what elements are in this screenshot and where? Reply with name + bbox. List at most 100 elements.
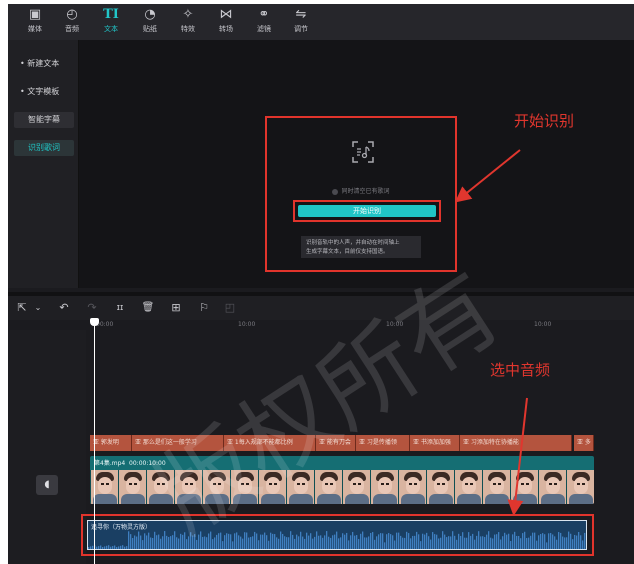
toolbar-item-audio[interactable]: ◴ 音频 xyxy=(56,7,88,39)
recognize-lyrics-panel: 同时清空已有歌词 开始识别 识别音轨中的人声，并自动在时间轴上 生成字幕文本，目… xyxy=(79,40,634,288)
waveform-bar xyxy=(310,533,312,549)
clear-lyrics-option[interactable]: 同时清空已有歌词 xyxy=(267,186,455,195)
waveform-bar xyxy=(568,531,570,549)
crop-icon[interactable]: ◰ xyxy=(222,299,238,317)
subtitle-clip[interactable]: 亚 习是传播领 xyxy=(356,435,410,451)
audio-icon: ◴ xyxy=(66,7,78,22)
audio-waveform xyxy=(88,531,586,549)
split-icon[interactable]: ɪɪ xyxy=(112,299,128,317)
waveform-bar xyxy=(382,533,384,549)
select-dropdown-icon[interactable]: ⌄ xyxy=(30,299,46,317)
filter-icon: ⚭ xyxy=(258,7,270,22)
subtitle-clip[interactable]: 亚 能有刀会 xyxy=(316,435,356,451)
subtitle-clip[interactable]: 亚 书添加加强 xyxy=(410,435,460,451)
waveform-bar xyxy=(406,531,408,549)
waveform-bar xyxy=(202,536,204,549)
effects-icon: ✧ xyxy=(182,7,194,22)
waveform-bar xyxy=(380,533,382,549)
waveform-bar xyxy=(518,535,520,549)
waveform-bar xyxy=(544,534,546,549)
waveform-bar xyxy=(390,534,392,549)
waveform-bar xyxy=(560,532,562,549)
video-frame-thumbnail xyxy=(146,470,174,504)
video-frame-thumbnail xyxy=(314,470,342,504)
waveform-bar xyxy=(362,531,364,549)
toolbar-item-adjust[interactable]: ⇋ 调节 xyxy=(285,7,317,39)
audio-clip[interactable]: 追寻你（万物灵方版） xyxy=(87,520,587,550)
waveform-bar xyxy=(410,538,412,549)
waveform-bar xyxy=(414,535,416,549)
playhead-handle[interactable] xyxy=(90,318,99,326)
toolbar-item-text[interactable]: TI 文本 xyxy=(95,7,127,39)
toolbar-item-sticker[interactable]: ◔ 贴纸 xyxy=(134,7,166,39)
waveform-bar xyxy=(138,531,140,549)
waveform-bar xyxy=(456,539,458,549)
waveform-bar xyxy=(466,537,468,549)
waveform-bar xyxy=(454,535,456,549)
sidebar-item-auto-captions[interactable]: 智能字幕 xyxy=(14,112,74,128)
waveform-bar xyxy=(574,534,576,549)
waveform-bar xyxy=(194,534,196,549)
waveform-bar xyxy=(166,535,168,549)
waveform-bar xyxy=(580,535,582,549)
subtitle-clip[interactable]: 亚 习添加特在协播能 xyxy=(460,435,572,451)
waveform-bar xyxy=(436,534,438,549)
waveform-bar xyxy=(488,531,490,549)
waveform-bar xyxy=(118,546,120,549)
video-clip[interactable]: 第4集.mp4 00:00:10:00 xyxy=(90,456,594,504)
waveform-bar xyxy=(546,542,548,549)
toolbar-item-effects[interactable]: ✧ 特效 xyxy=(172,7,204,39)
waveform-bar xyxy=(212,539,214,549)
waveform-bar xyxy=(348,540,350,549)
undo-icon[interactable]: ↶ xyxy=(56,299,72,317)
subtitle-clip[interactable]: 亚 郭发明 xyxy=(90,435,132,451)
waveform-bar xyxy=(446,537,448,549)
waveform-bar xyxy=(356,535,358,549)
waveform-bar xyxy=(122,545,124,549)
start-recognition-button[interactable]: 开始识别 xyxy=(298,205,436,217)
toolbar-item-label: 调节 xyxy=(294,25,308,33)
waveform-bar xyxy=(450,536,452,549)
waveform-bar xyxy=(536,540,538,549)
waveform-bar xyxy=(386,534,388,549)
toolbar-item-media[interactable]: ▣ 媒体 xyxy=(19,7,51,39)
redo-icon[interactable]: ↷ xyxy=(84,299,100,317)
waveform-bar xyxy=(566,537,568,549)
waveform-bar xyxy=(302,536,304,549)
sidebar-item-text-template[interactable]: • 文字模板 xyxy=(14,84,74,100)
waveform-bar xyxy=(198,534,200,549)
timeline-ruler[interactable]: 00:00 10:00 10:00 10:00 xyxy=(86,320,634,330)
toolbar-item-transition[interactable]: ⋈ 转场 xyxy=(210,7,242,39)
sidebar-item-recognize-lyrics[interactable]: 识别歌词 xyxy=(14,140,74,156)
waveform-bar xyxy=(550,533,552,549)
delete-icon[interactable]: 🗑 xyxy=(140,299,156,317)
speaker-icon[interactable]: ◖ xyxy=(36,475,58,495)
waveform-bar xyxy=(540,533,542,549)
waveform-bar xyxy=(196,539,198,549)
subtitle-clip[interactable]: 亚 多 xyxy=(574,435,594,451)
waveform-bar xyxy=(532,532,534,549)
waveform-bar xyxy=(216,534,218,549)
waveform-bar xyxy=(276,537,278,549)
subtitle-clip[interactable]: 亚 1每入规部不能都比例 xyxy=(224,435,316,451)
waveform-bar xyxy=(308,535,310,549)
transition-icon: ⋈ xyxy=(219,7,233,22)
waveform-bar xyxy=(142,540,144,549)
select-tool-icon[interactable]: ⇱ xyxy=(14,299,30,317)
video-frame-thumbnail xyxy=(118,470,146,504)
subtitle-clip[interactable]: 亚 那么是们这一般学习 xyxy=(132,435,224,451)
sidebar-item-new-text[interactable]: • 新建文本 xyxy=(14,56,74,72)
video-frame-thumbnail xyxy=(426,470,454,504)
freeze-icon[interactable]: ⊞ xyxy=(168,299,184,317)
waveform-bar xyxy=(204,536,206,549)
waveform-bar xyxy=(394,540,396,549)
playhead[interactable] xyxy=(94,320,95,564)
marker-icon[interactable]: ⚐ xyxy=(196,299,212,317)
ruler-tick-label: 10:00 xyxy=(238,321,256,328)
waveform-bar xyxy=(344,534,346,549)
waveform-bar xyxy=(474,539,476,549)
waveform-bar xyxy=(278,538,280,549)
waveform-bar xyxy=(148,532,150,549)
recognize-tip: 识别音轨中的人声，并自动在时间轴上 生成字幕文本，目前仅支持国语。 xyxy=(301,236,421,258)
toolbar-item-filter[interactable]: ⚭ 滤镜 xyxy=(248,7,280,39)
